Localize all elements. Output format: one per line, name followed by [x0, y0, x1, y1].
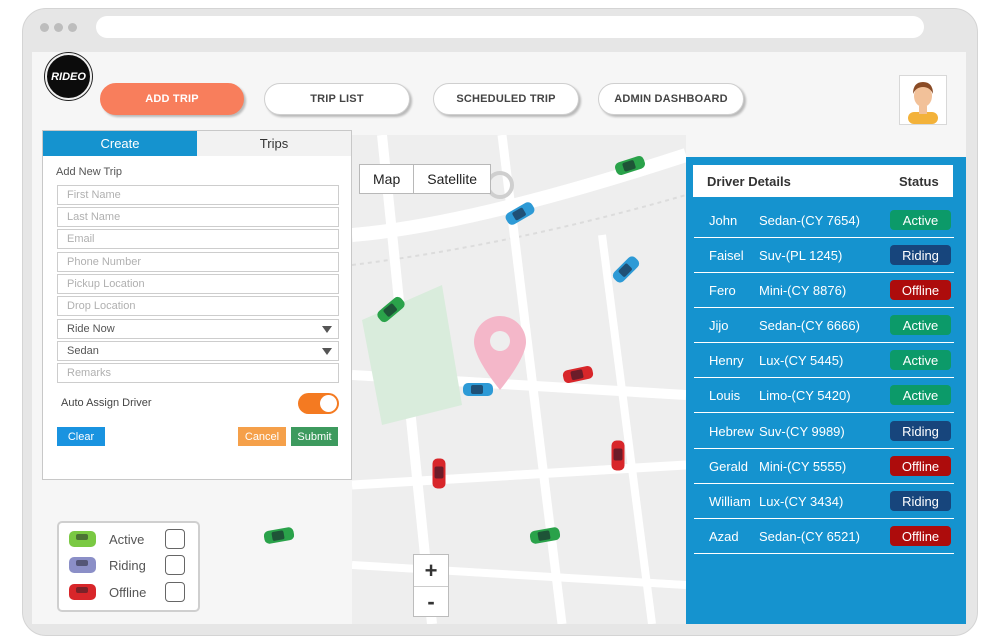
phone-input[interactable]: Phone Number	[57, 252, 339, 272]
riding-car-icon	[69, 557, 96, 573]
driver-vehicle: Suv-(CY 9989)	[759, 423, 845, 439]
legend-riding-label: Riding	[109, 557, 146, 573]
driver-vehicle: Sedan-(CY 7654)	[759, 212, 860, 228]
status-badge: Offline	[890, 280, 951, 300]
status-badge: Active	[890, 385, 951, 405]
zoom-out-button[interactable]: -	[414, 586, 448, 617]
driver-name: John	[709, 212, 738, 228]
address-bar[interactable]	[96, 16, 924, 38]
driver-row[interactable]: Hebrew Suv-(CY 9989) Riding	[694, 414, 954, 449]
active-car-icon	[69, 531, 96, 547]
zoom-in-button[interactable]: +	[414, 555, 448, 586]
form-title: Add New Trip	[56, 166, 123, 178]
status-badge: Riding	[890, 245, 951, 265]
driver-row[interactable]: Henry Lux-(CY 5445) Active	[694, 343, 954, 378]
driver-vehicle: Lux-(CY 3434)	[759, 493, 844, 509]
status-header: Status	[899, 173, 939, 189]
clear-button[interactable]: Clear	[57, 427, 105, 446]
pickup-location-input[interactable]: Pickup Location	[57, 274, 339, 294]
driver-vehicle: Lux-(CY 5445)	[759, 352, 844, 368]
driver-vehicle: Sedan-(CY 6666)	[759, 317, 860, 333]
driver-row[interactable]: Fero Mini-(CY 8876) Offline	[694, 273, 954, 308]
first-name-input[interactable]: First Name	[57, 185, 339, 205]
chevron-down-icon	[322, 326, 332, 333]
trip-form-panel: Create Trips Add New Trip First Name Las…	[42, 130, 352, 480]
status-badge: Riding	[890, 491, 951, 511]
chevron-down-icon	[322, 348, 332, 355]
trip-list-button[interactable]: TRIP LIST	[264, 83, 410, 115]
vehicle-type-select[interactable]: Sedan	[57, 341, 339, 361]
driver-name: Fero	[709, 282, 736, 298]
offline-car-icon	[69, 584, 96, 600]
remarks-input[interactable]: Remarks	[57, 363, 339, 383]
tab-trips[interactable]: Trips	[197, 131, 351, 156]
status-badge: Riding	[890, 421, 951, 441]
offline-filter-checkbox[interactable]	[165, 582, 185, 602]
add-trip-button[interactable]: ADD TRIP	[100, 83, 244, 115]
map-legend: Active Riding Offline	[57, 521, 200, 612]
zoom-control: + -	[413, 554, 449, 617]
driver-name: William	[709, 493, 751, 509]
driver-row[interactable]: John Sedan-(CY 7654) Active	[694, 203, 954, 238]
scheduled-trip-button[interactable]: SCHEDULED TRIP	[433, 83, 579, 115]
app-logo: RIDEO	[45, 53, 92, 100]
vehicle-type-value: Sedan	[67, 345, 99, 357]
status-badge: Active	[890, 210, 951, 230]
window-controls	[40, 23, 77, 32]
driver-details-panel: Driver Details Status John Sedan-(CY 7654…	[686, 157, 966, 624]
driver-vehicle: Mini-(CY 8876)	[759, 282, 847, 298]
map-type-map-button[interactable]: Map	[360, 165, 413, 193]
driver-vehicle: Mini-(CY 5555)	[759, 458, 847, 474]
admin-dashboard-button[interactable]: ADMIN DASHBOARD	[598, 83, 744, 115]
riding-filter-checkbox[interactable]	[165, 555, 185, 575]
submit-button[interactable]: Submit	[291, 427, 338, 446]
map-type-satellite-button[interactable]: Satellite	[413, 165, 490, 193]
driver-name: Azad	[709, 528, 739, 544]
auto-assign-toggle[interactable]	[298, 393, 339, 414]
driver-name: Hebrew	[709, 423, 754, 439]
driver-row[interactable]: Gerald Mini-(CY 5555) Offline	[694, 449, 954, 484]
legend-offline-label: Offline	[109, 584, 147, 600]
driver-name: Faisel	[709, 247, 744, 263]
user-avatar[interactable]	[899, 75, 947, 125]
status-badge: Active	[890, 315, 951, 335]
driver-row[interactable]: Azad Sedan-(CY 6521) Offline	[694, 519, 954, 554]
tab-create[interactable]: Create	[43, 131, 197, 156]
driver-vehicle: Limo-(CY 5420)	[759, 387, 851, 403]
driver-name: Louis	[709, 387, 741, 403]
ride-type-select[interactable]: Ride Now	[57, 319, 339, 339]
car-marker[interactable]	[463, 383, 493, 396]
status-badge: Offline	[890, 456, 951, 476]
car-marker[interactable]	[432, 458, 446, 489]
status-badge: Offline	[890, 526, 951, 546]
driver-name: Henry	[709, 352, 744, 368]
map-type-toggle: Map Satellite	[359, 164, 492, 194]
last-name-input[interactable]: Last Name	[57, 207, 339, 227]
driver-table-header: Driver Details Status	[693, 165, 953, 197]
driver-row[interactable]: Faisel Suv-(PL 1245) Riding	[694, 238, 954, 273]
form-tabs: Create Trips	[43, 131, 351, 156]
driver-details-header: Driver Details	[707, 173, 791, 189]
email-input[interactable]: Email	[57, 229, 339, 249]
driver-row[interactable]: William Lux-(CY 3434) Riding	[694, 484, 954, 519]
cancel-button[interactable]: Cancel	[238, 427, 286, 446]
driver-name: Jijo	[709, 317, 729, 333]
driver-row[interactable]: Louis Limo-(CY 5420) Active	[694, 378, 954, 413]
car-marker[interactable]	[611, 440, 625, 471]
driver-row[interactable]: Jijo Sedan-(CY 6666) Active	[694, 308, 954, 343]
ride-type-value: Ride Now	[67, 323, 115, 335]
active-filter-checkbox[interactable]	[165, 529, 185, 549]
driver-vehicle: Suv-(PL 1245)	[759, 247, 843, 263]
drop-location-input[interactable]: Drop Location	[57, 296, 339, 316]
legend-active-label: Active	[109, 531, 145, 547]
status-badge: Active	[890, 350, 951, 370]
driver-name: Gerald	[709, 458, 749, 474]
driver-vehicle: Sedan-(CY 6521)	[759, 528, 860, 544]
auto-assign-label: Auto Assign Driver	[61, 397, 152, 409]
